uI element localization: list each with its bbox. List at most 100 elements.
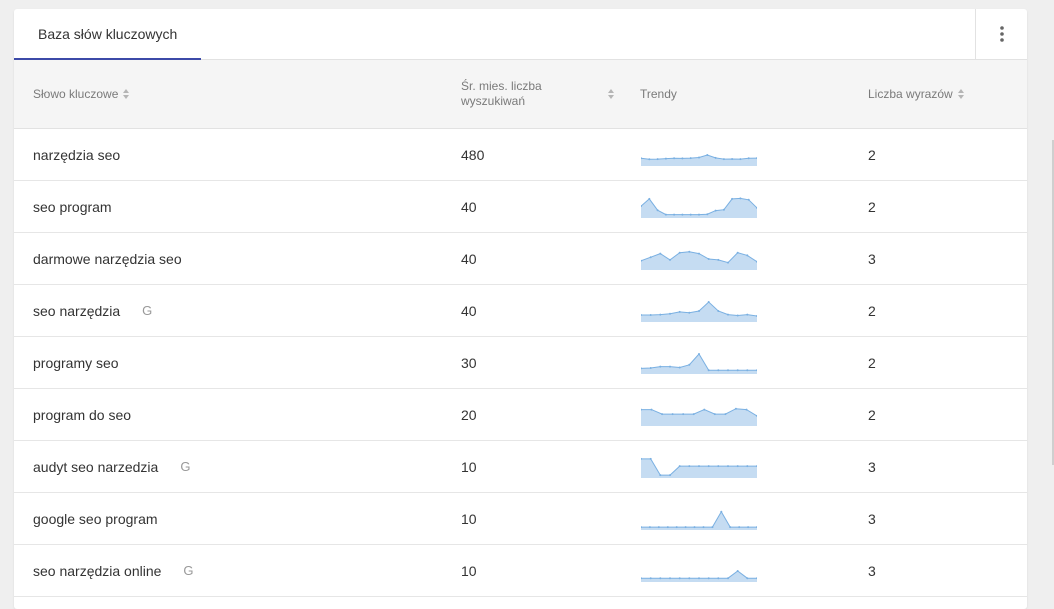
volume-cell: 40	[461, 181, 477, 232]
table-row[interactable]: seo narzędzia online G 10 3	[14, 545, 1027, 597]
column-header-trends: Trendy	[640, 60, 677, 128]
keyword-cell: program do seo	[33, 389, 153, 440]
trend-point	[659, 473, 662, 476]
word-count-value: 3	[868, 510, 876, 527]
trend-point	[713, 412, 716, 415]
trend-point	[727, 576, 729, 579]
keyword-text: seo narzędzia	[33, 302, 121, 319]
volume-value: 10	[461, 510, 477, 527]
trend-point	[678, 310, 681, 313]
trend-sparkline	[641, 569, 757, 582]
word-count-cell: 2	[868, 129, 876, 180]
volume-cell: 480	[461, 129, 484, 180]
word-count-value: 2	[868, 198, 876, 215]
trend-point	[649, 366, 652, 369]
trend-point	[727, 261, 729, 264]
google-badge: G	[183, 563, 194, 578]
table-row[interactable]: google seo program 10 3	[14, 493, 1027, 545]
table-row[interactable]: programy seo 30 2	[14, 337, 1027, 389]
more-vertical-icon	[999, 26, 1004, 42]
table-row[interactable]: narzędzia seo 480 2	[14, 129, 1027, 181]
volume-value: 10	[461, 562, 477, 579]
trend-cell	[641, 285, 757, 336]
column-header-volume[interactable]: Śr. mies. liczba wyszukiwań	[461, 60, 621, 128]
tab-keyword-database[interactable]: Baza słów kluczowych	[14, 9, 201, 60]
trend-point	[689, 213, 692, 216]
trend-cell	[641, 181, 757, 232]
table-row[interactable]: seo narzędzia G 40 2	[14, 285, 1027, 337]
trend-point	[678, 366, 681, 368]
volume-value: 10	[461, 458, 477, 475]
volume-cell: 10	[461, 545, 477, 596]
word-count-cell: 3	[868, 233, 876, 284]
trend-point	[707, 300, 710, 303]
trend-area	[641, 353, 757, 374]
trend-point	[731, 157, 734, 160]
trend-point	[673, 213, 676, 216]
keyword-text: narzędzia seo	[33, 146, 121, 163]
trend-point	[714, 209, 717, 212]
trend-area	[641, 458, 757, 478]
trend-point	[717, 258, 720, 261]
word-count-value: 2	[868, 406, 876, 423]
trend-sparkline	[641, 407, 757, 426]
word-count-value: 2	[868, 146, 876, 163]
table-row[interactable]: audyt seo narzedzia G 10 3	[14, 441, 1027, 493]
trend-point	[649, 255, 652, 258]
keyword-text: google seo program	[33, 510, 158, 527]
more-options-button[interactable]	[975, 9, 1027, 59]
trend-cell	[641, 545, 757, 596]
trend-point	[746, 368, 749, 371]
trend-point	[746, 464, 749, 467]
word-count-value: 3	[868, 562, 876, 579]
trend-point	[734, 407, 737, 410]
keyword-cell: programy seo	[33, 337, 141, 388]
trend-point	[739, 157, 742, 160]
volume-value: 30	[461, 354, 477, 371]
trend-cell	[641, 493, 757, 544]
keyword-database-card: Baza słów kluczowych Słowo kluczowe Śr. …	[14, 9, 1027, 609]
table-row[interactable]: program do seo 20 2	[14, 389, 1027, 441]
tab-label: Baza słów kluczowych	[38, 26, 178, 42]
trend-point	[746, 253, 749, 256]
trend-point	[698, 156, 700, 158]
trend-sparkline	[641, 510, 757, 530]
trend-point	[666, 525, 669, 528]
column-header-keyword[interactable]: Słowo kluczowe	[33, 60, 132, 128]
volume-cell: 10	[461, 493, 477, 544]
keyword-cell: darmowe narzędzia seo	[33, 233, 204, 284]
word-count-cell: 3	[868, 441, 876, 492]
keyword-cell: audyt seo narzedzia G	[33, 441, 190, 492]
trend-point	[698, 213, 700, 216]
keyword-text: programy seo	[33, 354, 119, 371]
keyword-cell: google seo program	[33, 493, 180, 544]
volume-cell: 40	[461, 233, 477, 284]
trend-point	[747, 525, 750, 528]
trend-point	[649, 313, 652, 316]
trend-point	[692, 412, 695, 415]
table-row[interactable]: seo program 40 2	[14, 181, 1027, 233]
trend-point	[729, 525, 732, 528]
trend-point	[649, 457, 652, 460]
trend-point	[649, 576, 652, 579]
keyword-text: seo narzędzia online	[33, 562, 162, 579]
column-header-words[interactable]: Liczba wyrazów	[868, 60, 967, 128]
trend-point	[703, 408, 706, 411]
table-row[interactable]: darmowe narzędzia seo 40 3	[14, 233, 1027, 285]
trend-point	[648, 197, 651, 200]
keyword-text: seo program	[33, 198, 112, 215]
trend-point	[681, 156, 684, 159]
word-count-cell: 3	[868, 545, 876, 596]
word-count-value: 3	[868, 250, 876, 267]
word-count-cell: 2	[868, 389, 876, 440]
trend-point	[717, 368, 720, 371]
trend-cell	[641, 129, 757, 180]
trend-cell	[641, 389, 757, 440]
column-label: Trendy	[640, 87, 677, 101]
trend-point	[731, 197, 734, 200]
trend-line	[641, 510, 757, 528]
trend-point	[671, 412, 674, 415]
trend-cell	[641, 337, 757, 388]
trend-point	[698, 352, 700, 355]
trend-area	[641, 408, 757, 426]
